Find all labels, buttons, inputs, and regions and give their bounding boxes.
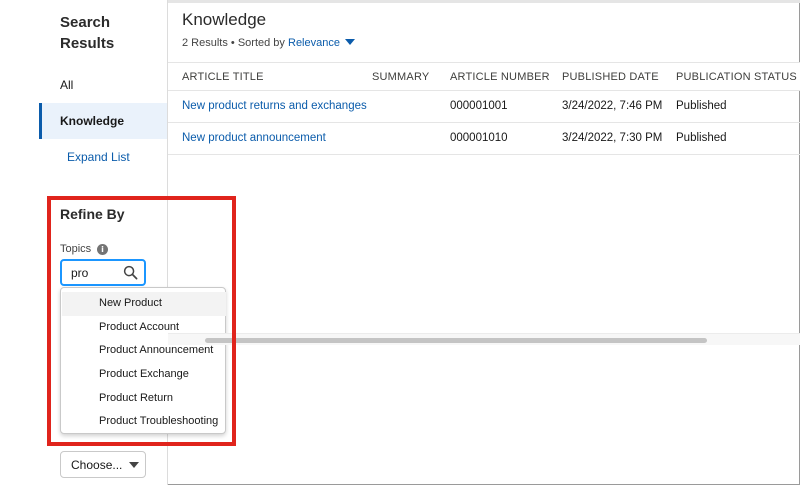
sort-value: Relevance — [288, 37, 340, 49]
column-header-summary[interactable]: SUMMARY — [372, 71, 429, 83]
sidebar-item-all[interactable]: All — [60, 78, 73, 92]
topic-option-label: Product Announcement — [99, 344, 214, 356]
bullet-separator: • — [230, 37, 238, 49]
chevron-down-icon — [129, 462, 139, 468]
topic-option[interactable]: New Product — [62, 292, 226, 316]
article-title-link[interactable]: New product returns and exchanges — [182, 100, 367, 112]
table-row: New product announcement 000001010 3/24/… — [168, 123, 800, 155]
topic-option[interactable]: Product Troubleshooting — [62, 410, 226, 434]
chevron-down-icon — [344, 39, 355, 45]
sorted-by-label: Sorted by — [237, 37, 285, 49]
topic-option-label: Product Account — [99, 321, 180, 333]
refine-by-heading: Refine By — [60, 206, 125, 222]
topic-option-label: New Product — [99, 297, 162, 309]
topic-suggestions-dropdown: New Product Product Account Product Anno… — [60, 287, 226, 434]
table-row: New product returns and exchanges 000001… — [168, 91, 800, 123]
sort-dropdown[interactable]: Relevance — [288, 37, 355, 49]
info-icon[interactable]: i — [97, 244, 108, 255]
topic-option-label: Product Troubleshooting — [99, 415, 219, 427]
choose-select[interactable]: Choose... — [60, 451, 146, 478]
topics-search-box[interactable] — [60, 259, 146, 286]
sidebar-item-knowledge[interactable]: Knowledge — [39, 103, 167, 139]
table-header: ARTICLE TITLE SUMMARY ARTICLE NUMBER PUB… — [168, 62, 800, 91]
column-header-publication-status[interactable]: PUBLICATION STATUS — [676, 71, 797, 83]
column-header-published-date[interactable]: PUBLISHED DATE — [562, 71, 659, 83]
topics-label: Topics — [60, 243, 92, 255]
article-title-link[interactable]: New product announcement — [182, 132, 326, 144]
sidebar-item-label: Knowledge — [60, 114, 125, 128]
scrollbar-thumb[interactable] — [205, 338, 707, 343]
topics-search-input[interactable] — [71, 265, 119, 281]
expand-list-link[interactable]: Expand List — [67, 150, 130, 164]
result-count: 2 Results — [182, 37, 228, 49]
results-meta: 2 Results • Sorted by Relevance — [182, 37, 355, 49]
published-date: 3/24/2022, 7:30 PM — [562, 132, 663, 144]
column-header-article-number[interactable]: ARTICLE NUMBER — [450, 71, 550, 83]
topic-option-label: Product Return — [99, 392, 173, 404]
published-date: 3/24/2022, 7:46 PM — [562, 100, 663, 112]
topic-option-label: Product Exchange — [99, 368, 189, 380]
choose-select-label: Choose... — [71, 458, 123, 472]
topic-option[interactable]: Product Return — [62, 387, 226, 411]
search-icon[interactable] — [123, 265, 138, 280]
article-number: 000001010 — [450, 132, 508, 144]
topic-option[interactable]: Product Exchange — [62, 363, 226, 387]
column-header-article-title[interactable]: ARTICLE TITLE — [182, 71, 264, 83]
page-title: Knowledge — [182, 10, 267, 29]
publication-status: Published — [676, 132, 727, 144]
publication-status: Published — [676, 100, 727, 112]
sidebar-title: Search Results — [60, 14, 115, 52]
article-number: 000001001 — [450, 100, 508, 112]
